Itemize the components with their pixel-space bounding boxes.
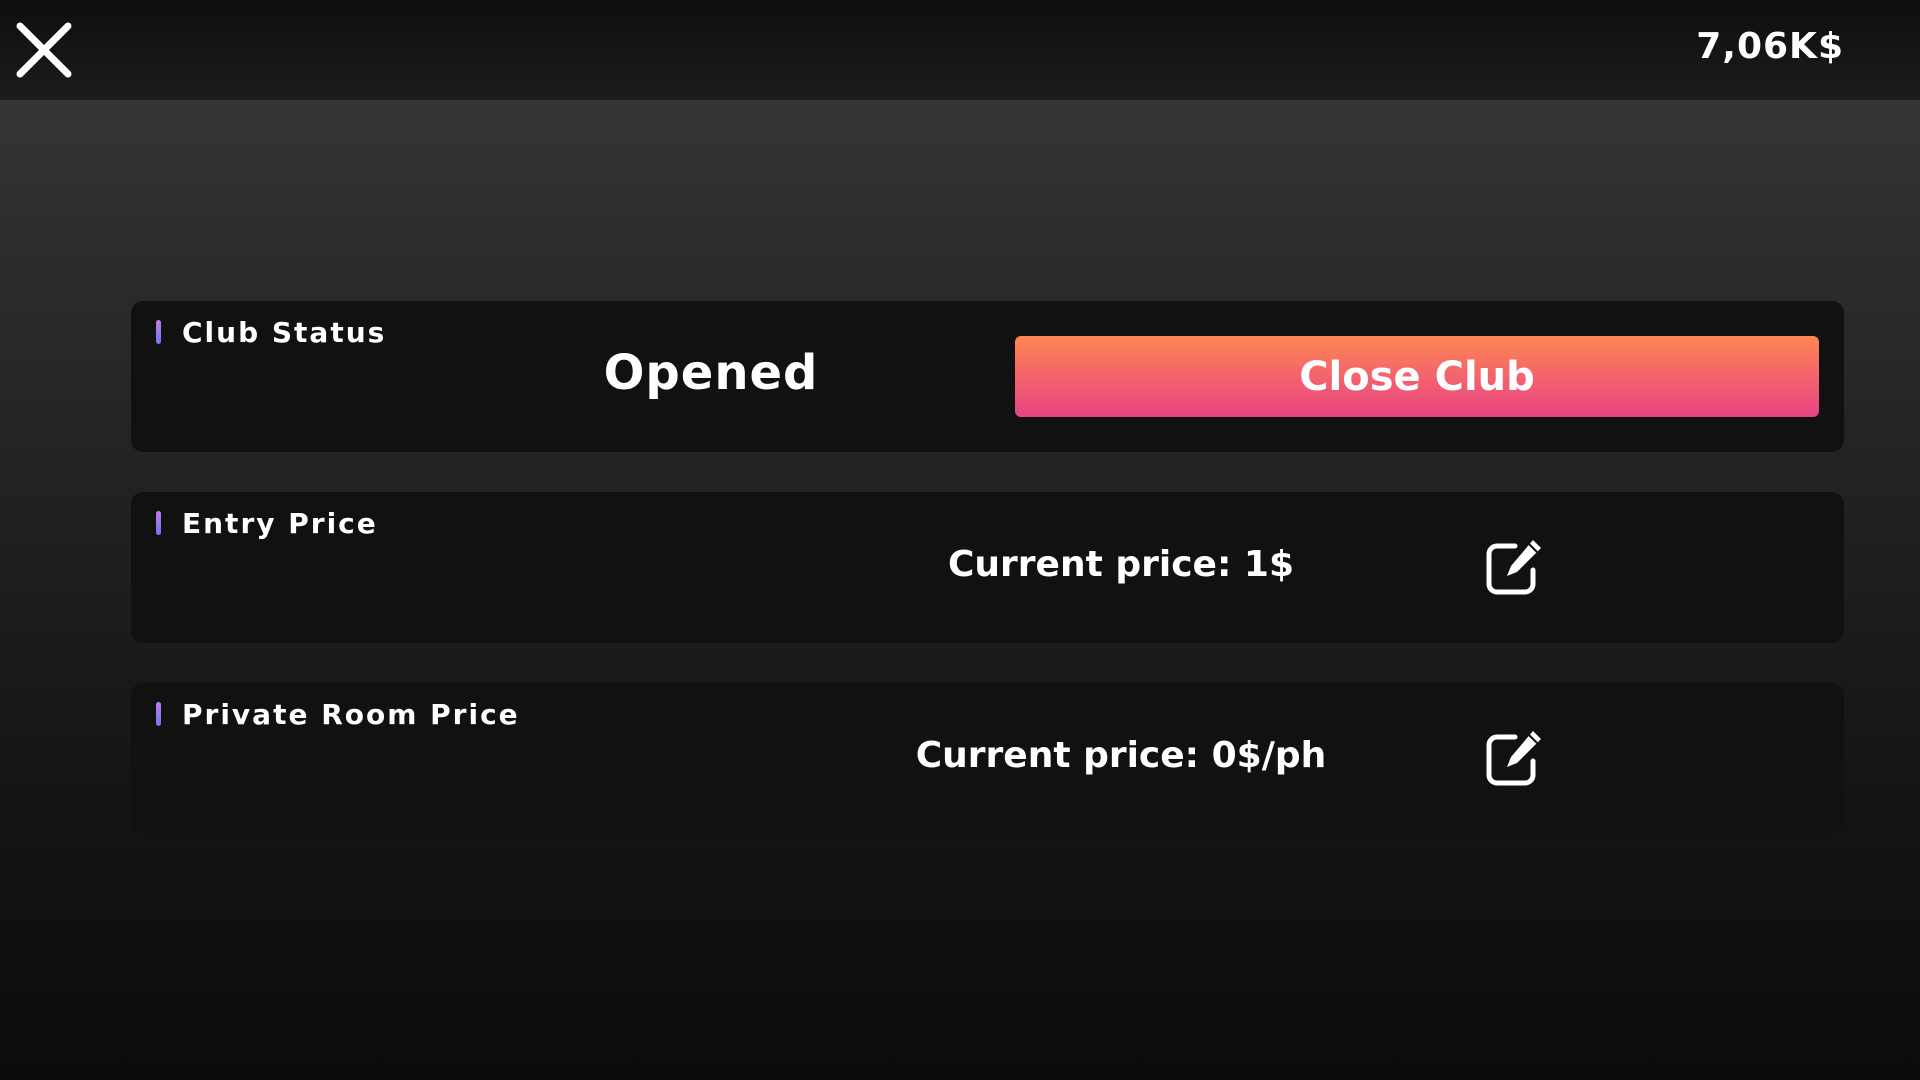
close-club-button[interactable]: Close Club bbox=[1015, 336, 1819, 417]
club-status-header: Club Status bbox=[156, 315, 387, 349]
title-accent-bar bbox=[156, 702, 161, 726]
club-status-panel: Club Status Opened Close Club bbox=[131, 301, 1844, 452]
entry-price-panel: Entry Price Current price: 1$ bbox=[131, 492, 1844, 643]
private-room-price-value: Current price: 0$/ph bbox=[915, 735, 1327, 776]
private-room-price-title: Private Room Price bbox=[182, 697, 520, 731]
private-room-price-panel: Private Room Price Current price: 0$/ph bbox=[131, 683, 1844, 834]
title-accent-bar bbox=[156, 511, 161, 535]
top-bar: 7,06K$ bbox=[0, 0, 1920, 100]
title-accent-bar bbox=[156, 320, 161, 344]
entry-price-header: Entry Price bbox=[156, 506, 378, 540]
edit-icon[interactable] bbox=[1483, 727, 1547, 791]
club-status-title: Club Status bbox=[182, 315, 387, 349]
club-status-value: Opened bbox=[603, 345, 819, 401]
close-icon[interactable] bbox=[14, 20, 74, 80]
edit-icon[interactable] bbox=[1483, 536, 1547, 600]
private-room-price-header: Private Room Price bbox=[156, 697, 520, 731]
entry-price-value: Current price: 1$ bbox=[948, 544, 1294, 585]
balance-display: 7,06K$ bbox=[1696, 26, 1844, 67]
entry-price-title: Entry Price bbox=[182, 506, 378, 540]
